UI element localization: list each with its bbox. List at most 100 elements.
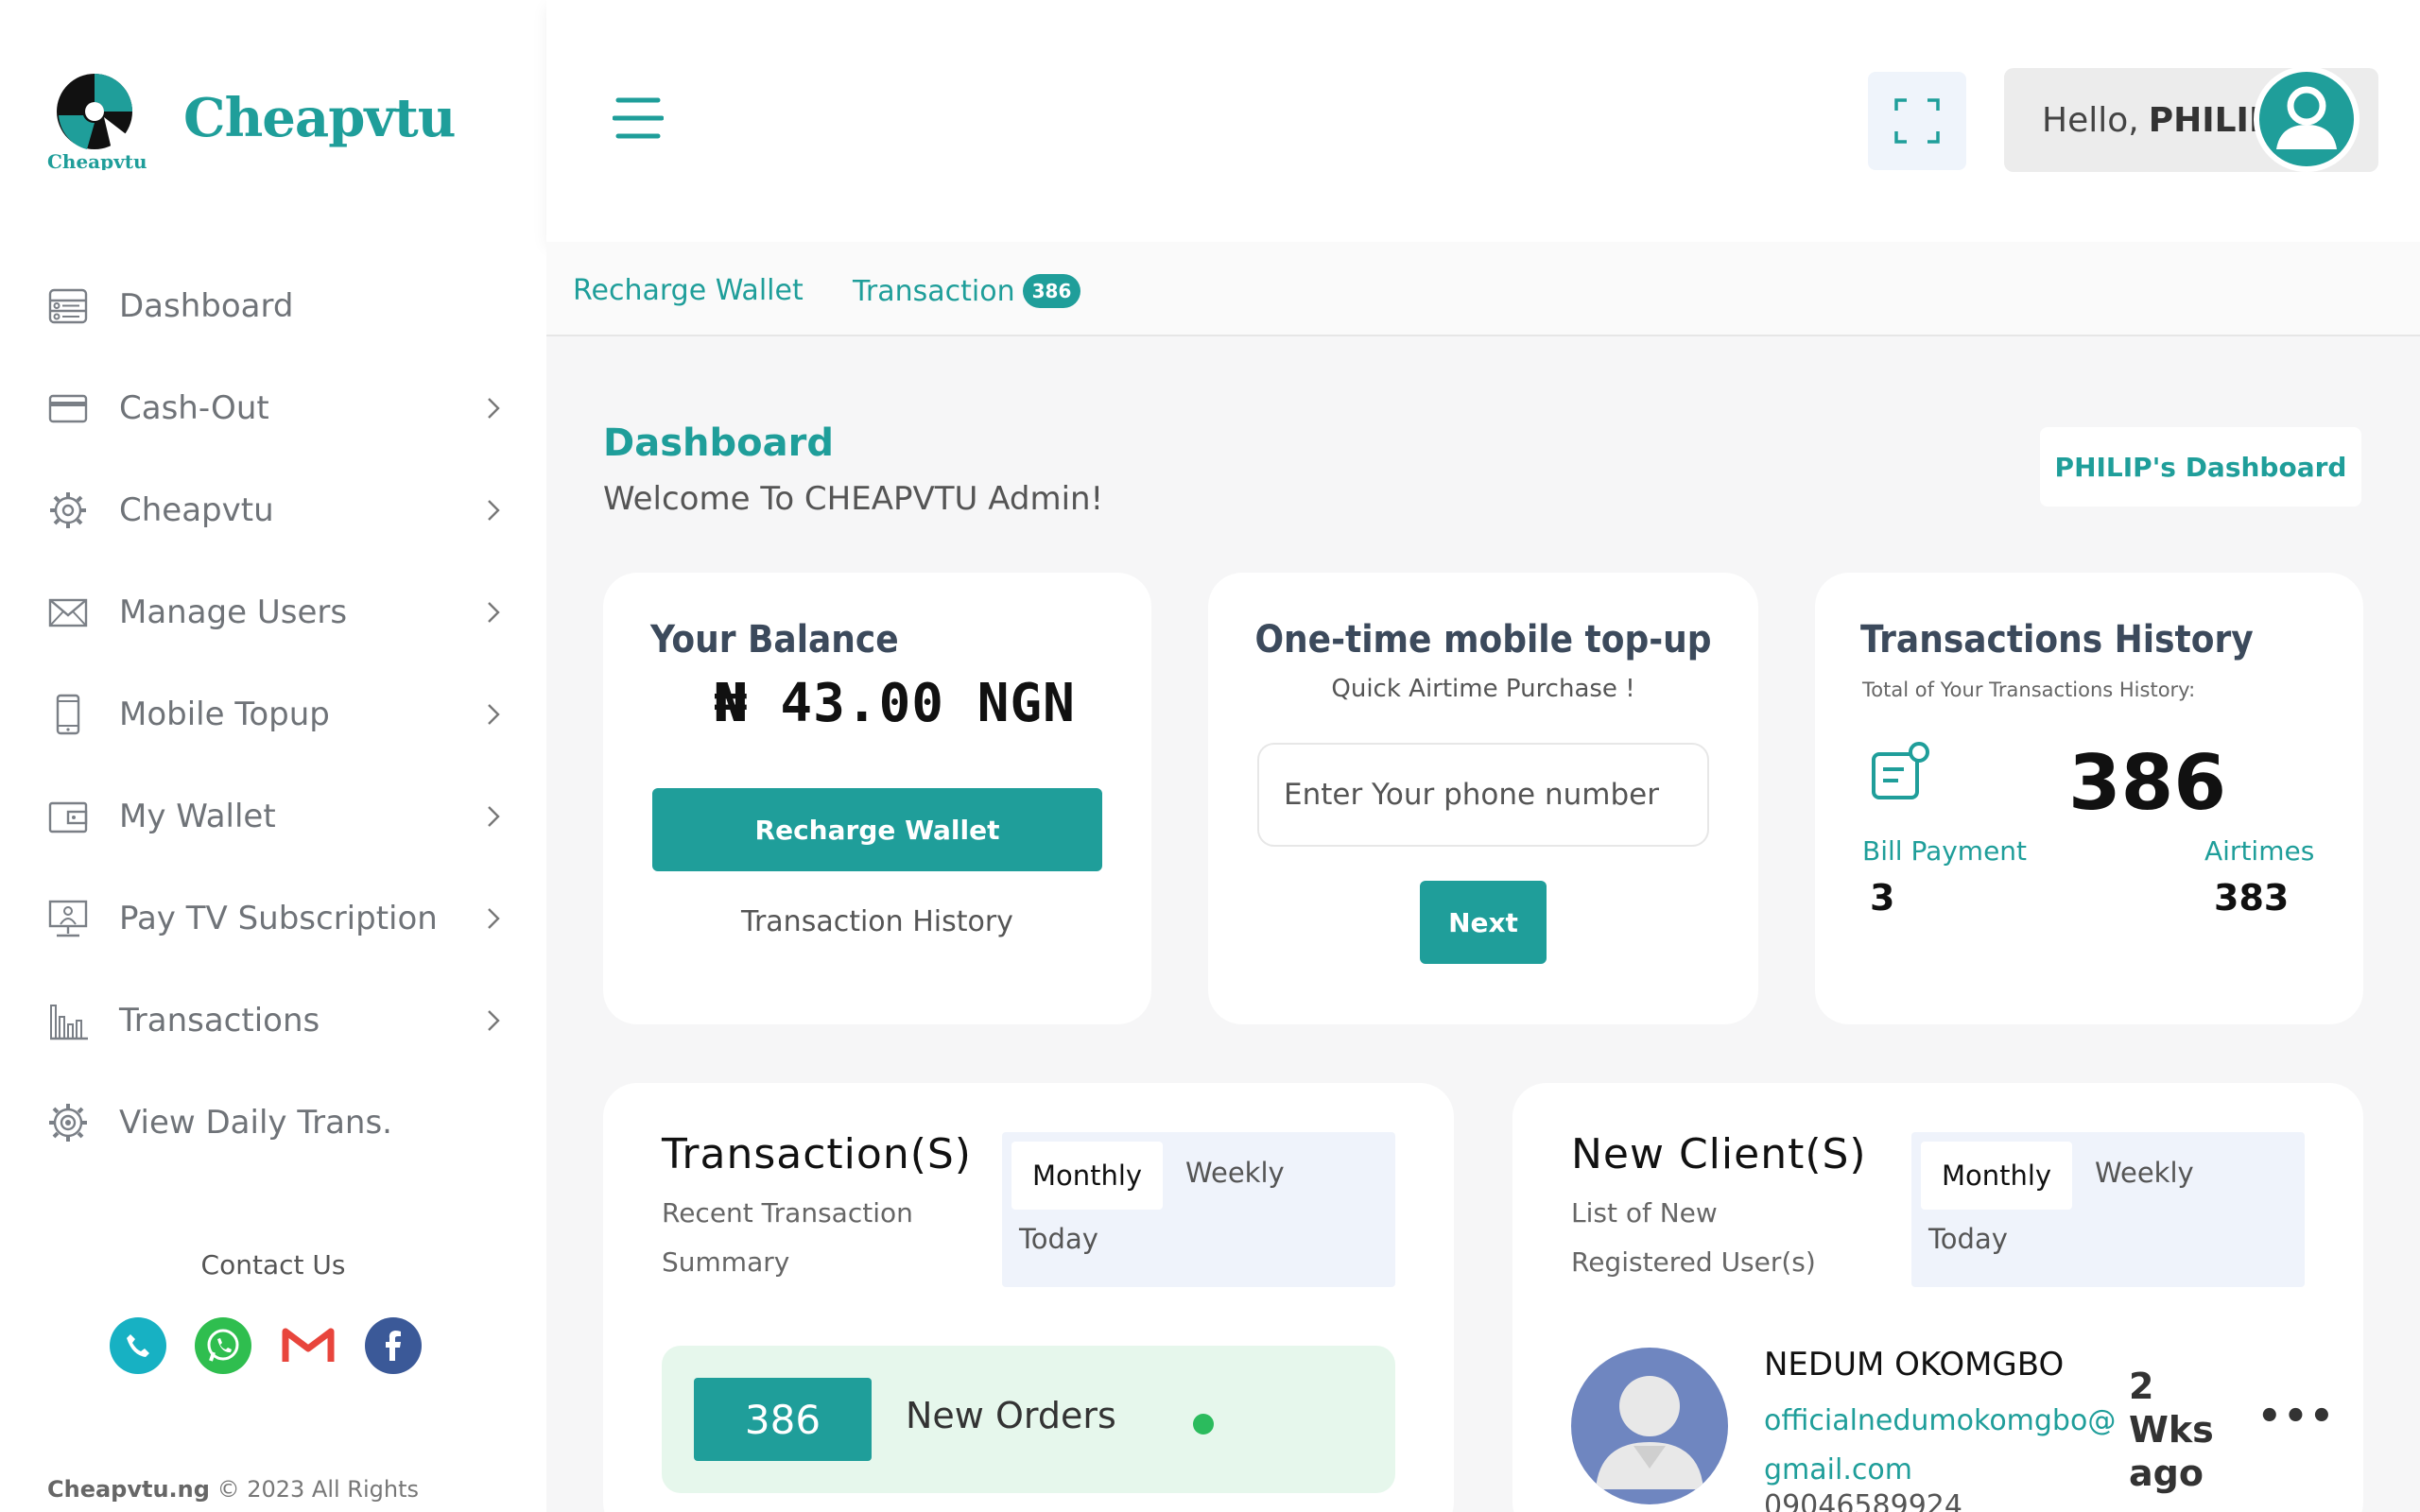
sidebar-item-transactions[interactable]: Transactions bbox=[0, 970, 546, 1072]
period-tabs: Monthly Weekly Today bbox=[1002, 1132, 1395, 1287]
wallet-icon bbox=[48, 801, 88, 833]
sidebar-item-cheapvtu[interactable]: Cheapvtu bbox=[0, 459, 546, 561]
sidebar-item-cash-out[interactable]: Cash-Out bbox=[0, 357, 546, 459]
user-placeholder-icon bbox=[1596, 1376, 1703, 1489]
new-clients-panel: New Client(S) List of New Registered Use… bbox=[1512, 1083, 2363, 1512]
social-links bbox=[110, 1317, 422, 1374]
copyright-brand[interactable]: Cheapvtu.ng bbox=[47, 1476, 210, 1503]
logo[interactable]: Cheapvtu bbox=[45, 66, 151, 173]
recharge-wallet-button[interactable]: Recharge Wallet bbox=[652, 788, 1102, 871]
transactions-panel: Transaction(S) Recent Transaction Summar… bbox=[603, 1083, 1454, 1512]
sidebar-item-mobile-topup[interactable]: Mobile Topup bbox=[0, 663, 546, 765]
sidebar-item-label: Cheapvtu bbox=[119, 491, 274, 529]
transactions-panel-subtitle: Recent Transaction Summary bbox=[662, 1197, 913, 1278]
mail-icon bbox=[48, 598, 88, 627]
sidebar-item-label: My Wallet bbox=[119, 798, 276, 835]
chevron-right-icon bbox=[488, 1010, 500, 1031]
sidebar-item-manage-users[interactable]: Manage Users bbox=[0, 561, 546, 663]
phone-icon bbox=[56, 694, 80, 735]
topbar: Hello, PHILIP bbox=[546, 0, 2420, 242]
period-tabs: Monthly Weekly Today bbox=[1911, 1132, 2305, 1287]
chevron-right-icon bbox=[488, 806, 500, 827]
phone-call-icon[interactable] bbox=[110, 1317, 166, 1374]
sidebar-item-pay-tv[interactable]: Pay TV Subscription bbox=[0, 868, 546, 970]
fullscreen-icon bbox=[1894, 98, 1940, 144]
fullscreen-button[interactable] bbox=[1868, 72, 1966, 170]
transaction-count-badge: 386 bbox=[1022, 274, 1081, 308]
bill-notification-icon bbox=[1872, 742, 1929, 799]
bill-payment-value: 3 bbox=[1870, 877, 1895, 919]
sidebar-item-view-daily[interactable]: View Daily Trans. bbox=[0, 1072, 546, 1174]
dashboard-icon bbox=[48, 288, 88, 324]
status-dot-icon bbox=[1193, 1414, 1214, 1435]
sidebar-item-label: View Daily Trans. bbox=[119, 1104, 392, 1142]
bill-payment-label: Bill Payment bbox=[1862, 835, 2028, 867]
history-title: Transactions History bbox=[1860, 618, 2254, 662]
sidebar: Cheapvtu Cheapvtu Dashboard Cash-Out Che… bbox=[0, 0, 546, 1512]
new-orders-summary[interactable]: 386 New Orders bbox=[662, 1346, 1395, 1493]
brand-name[interactable]: Cheapvtu bbox=[183, 87, 456, 149]
airtimes-value: 383 bbox=[2214, 877, 2290, 919]
whatsapp-icon[interactable] bbox=[195, 1317, 251, 1374]
sidebar-item-label: Pay TV Subscription bbox=[119, 900, 438, 937]
sidebar-item-dashboard[interactable]: Dashboard bbox=[0, 255, 546, 357]
balance-title: Your Balance bbox=[650, 618, 899, 662]
logo-caption: Cheapvtu bbox=[47, 150, 147, 170]
client-registered-time: 2 Wks ago bbox=[2129, 1366, 2214, 1494]
chevron-right-icon bbox=[488, 908, 500, 929]
chevron-right-icon bbox=[488, 500, 500, 521]
sidebar-item-label: Manage Users bbox=[119, 593, 348, 631]
phone-number-input[interactable] bbox=[1257, 743, 1709, 847]
copyright: Cheapvtu.ng © 2023 All Rights bbox=[47, 1476, 419, 1503]
more-options-icon[interactable]: ••• bbox=[2257, 1395, 2336, 1438]
topup-subtitle: Quick Airtime Purchase ! bbox=[1331, 675, 1635, 703]
history-subtitle: Total of Your Transactions History: bbox=[1862, 679, 2196, 701]
user-avatar-icon bbox=[2276, 86, 2337, 149]
transactions-panel-title: Transaction(S) bbox=[662, 1130, 972, 1178]
clients-panel-title: New Client(S) bbox=[1571, 1130, 1867, 1178]
client-name: NEDUM OKOMGBO bbox=[1764, 1346, 2065, 1383]
client-email[interactable]: officialnedumokomgbo@gmail.com bbox=[1764, 1397, 2123, 1495]
tab-weekly[interactable]: Weekly bbox=[1185, 1157, 1285, 1189]
client-phone: 09046589924 bbox=[1764, 1489, 1962, 1512]
topup-title: One-time mobile top-up bbox=[1254, 618, 1712, 662]
page-title: Dashboard bbox=[603, 421, 834, 465]
balance-value: ₦ 43.00 NGN bbox=[715, 673, 1076, 734]
card-icon bbox=[48, 394, 88, 423]
transaction-history-link[interactable]: Transaction History bbox=[603, 905, 1151, 938]
avatar[interactable] bbox=[2254, 66, 2360, 172]
sidebar-item-label: Dashboard bbox=[119, 287, 294, 325]
hamburger-menu-icon[interactable] bbox=[613, 96, 664, 140]
tab-weekly[interactable]: Weekly bbox=[2095, 1157, 2194, 1189]
chevron-right-icon bbox=[488, 602, 500, 623]
sidebar-item-my-wallet[interactable]: My Wallet bbox=[0, 765, 546, 868]
settings-icon bbox=[49, 1104, 87, 1142]
chevron-right-icon bbox=[488, 398, 500, 419]
subnav-transaction[interactable]: Transaction 386 bbox=[853, 274, 1081, 308]
gear-icon bbox=[50, 492, 86, 528]
page-subtitle: Welcome To CHEAPVTU Admin! bbox=[603, 480, 1104, 518]
logo-mark-icon: Cheapvtu bbox=[47, 74, 147, 173]
tab-monthly[interactable]: Monthly bbox=[1011, 1142, 1163, 1210]
gmail-icon[interactable] bbox=[280, 1317, 337, 1374]
topup-card: One-time mobile top-up Quick Airtime Pur… bbox=[1208, 573, 1758, 1024]
balance-card: Your Balance ₦ 43.00 NGN Recharge Wallet… bbox=[603, 573, 1151, 1024]
user-dashboard-button[interactable]: PHILIP's Dashboard bbox=[2040, 427, 2361, 507]
facebook-icon[interactable] bbox=[365, 1317, 422, 1374]
chevron-right-icon bbox=[488, 704, 500, 725]
copyright-text: © 2023 All Rights bbox=[216, 1476, 419, 1503]
tab-monthly[interactable]: Monthly bbox=[1921, 1142, 2072, 1210]
subnav-transaction-label: Transaction bbox=[853, 275, 1015, 308]
tab-today[interactable]: Today bbox=[1011, 1223, 1098, 1255]
next-button[interactable]: Next bbox=[1420, 881, 1547, 964]
sidebar-item-label: Mobile Topup bbox=[119, 696, 330, 733]
tab-today[interactable]: Today bbox=[1921, 1223, 2008, 1255]
orders-count: 386 bbox=[694, 1378, 872, 1461]
subnav: Recharge Wallet Transaction 386 bbox=[546, 242, 2420, 336]
transactions-history-card: Transactions History Total of Your Trans… bbox=[1815, 573, 2363, 1024]
greeting-text: Hello, bbox=[2042, 100, 2139, 140]
clients-panel-subtitle: List of New Registered User(s) bbox=[1571, 1197, 1816, 1278]
tv-icon bbox=[48, 900, 88, 937]
contact-us-label: Contact Us bbox=[200, 1249, 346, 1280]
subnav-recharge-wallet[interactable]: Recharge Wallet bbox=[573, 274, 804, 307]
